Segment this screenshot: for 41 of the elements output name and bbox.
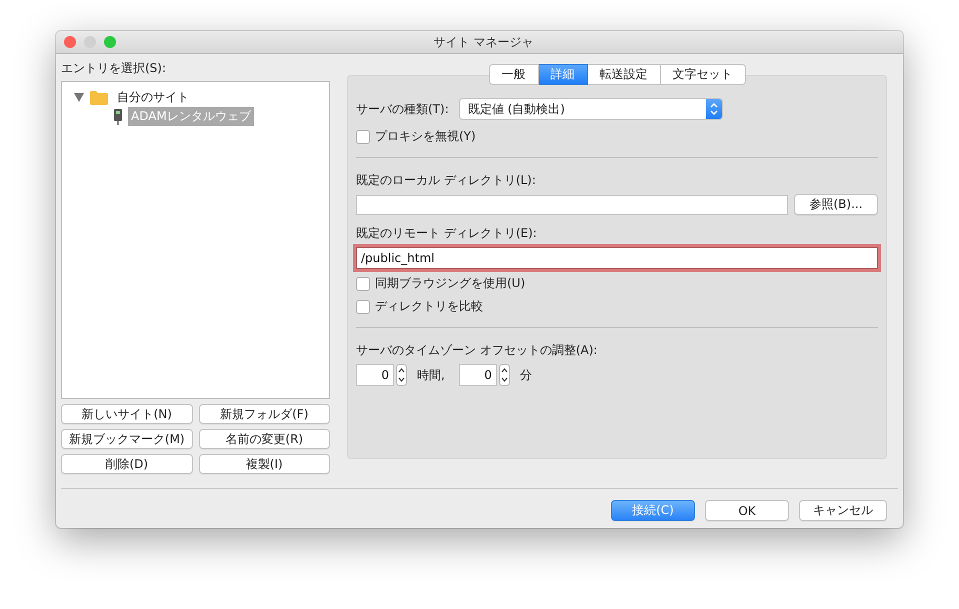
minutes-field[interactable]: 0 bbox=[458, 364, 497, 386]
site-action-button[interactable]: 名前の変更(R) bbox=[198, 429, 330, 449]
tab[interactable]: 文字セット bbox=[660, 64, 746, 85]
local-directory-label: 既定のローカル ディレクトリ(L): bbox=[356, 172, 537, 189]
site-action-button[interactable]: 複製(I) bbox=[198, 454, 330, 474]
site-action-button[interactable]: 新規ブックマーク(M) bbox=[61, 429, 192, 449]
tree-item[interactable]: 自分のサイト bbox=[114, 88, 192, 107]
hours-unit: 時間, bbox=[417, 366, 445, 384]
minimize-button[interactable] bbox=[84, 36, 96, 48]
zoom-button[interactable] bbox=[104, 36, 116, 48]
checkbox-label: 同期ブラウジングを使用(U) bbox=[375, 275, 526, 292]
remote-directory-field[interactable]: /public_html bbox=[356, 247, 878, 269]
folder-icon bbox=[90, 90, 108, 104]
hours-field[interactable]: 0 bbox=[356, 364, 394, 386]
server-type-dropdown[interactable]: 既定値 (自動検出) bbox=[458, 98, 723, 120]
minutes-unit: 分 bbox=[520, 366, 532, 384]
disclosure-triangle-icon[interactable] bbox=[74, 93, 84, 102]
close-button[interactable] bbox=[64, 36, 76, 48]
checkbox-label: ディレクトリを比較 bbox=[375, 298, 483, 315]
stepper-icon[interactable] bbox=[498, 364, 510, 386]
dialog-button[interactable]: キャンセル bbox=[799, 500, 887, 521]
chevron-updown-icon bbox=[710, 103, 718, 115]
server-type-label: サーバの種類(T): bbox=[356, 100, 449, 118]
site-action-button[interactable]: 新規フォルダ(F) bbox=[198, 404, 330, 424]
site-action-button[interactable]: 削除(D) bbox=[61, 454, 192, 474]
stepper-icon[interactable] bbox=[396, 364, 407, 386]
site-action-button[interactable]: 新しいサイト(N) bbox=[61, 404, 192, 424]
local-directory-field[interactable] bbox=[356, 194, 788, 214]
tab[interactable]: 転送設定 bbox=[588, 64, 660, 85]
checkbox[interactable] bbox=[356, 276, 370, 290]
browse-button[interactable]: 参照(B)... bbox=[794, 194, 878, 215]
entry-label: エントリを選択(S): bbox=[61, 60, 168, 77]
dialog-button[interactable]: OK bbox=[705, 500, 789, 521]
checkbox[interactable] bbox=[356, 130, 370, 144]
tab[interactable]: 一般 bbox=[488, 64, 538, 85]
checkbox[interactable] bbox=[356, 300, 370, 314]
window-title: サイト マネージャ bbox=[432, 34, 534, 50]
remote-directory-label: 既定のリモート ディレクトリ(E): bbox=[356, 225, 538, 242]
server-icon bbox=[114, 108, 122, 124]
checkbox-label: プロキシを無視(Y) bbox=[375, 128, 476, 145]
timezone-label: サーバのタイムゾーン オフセットの調整(A): bbox=[356, 342, 598, 359]
